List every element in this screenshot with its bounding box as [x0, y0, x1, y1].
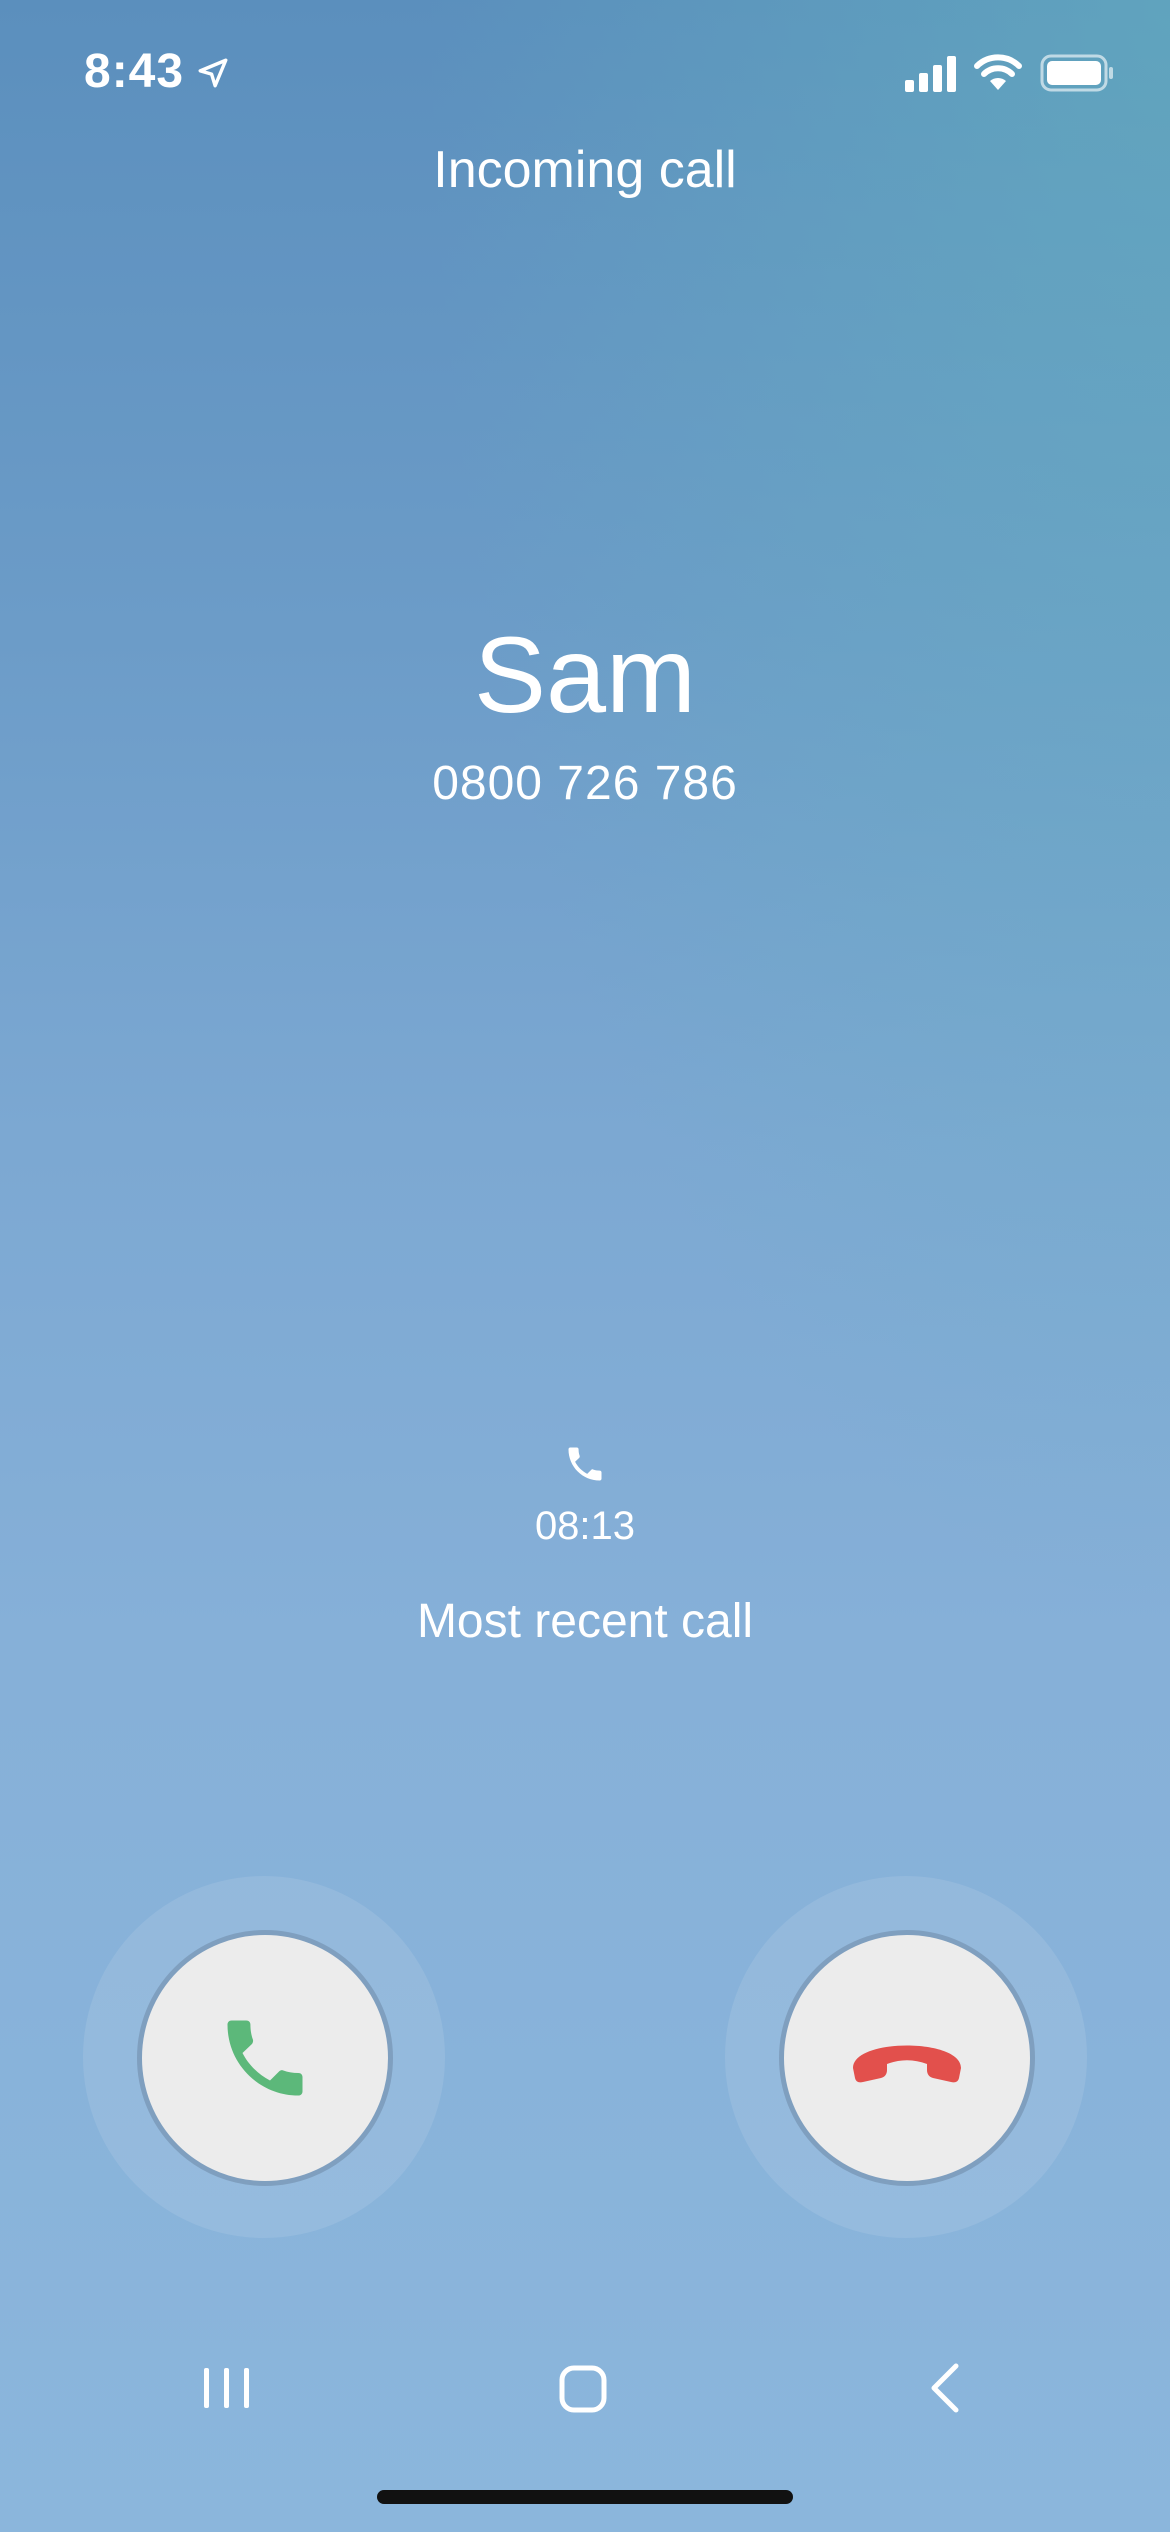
recent-apps-icon[interactable]: [200, 2364, 254, 2412]
battery-icon: [1040, 54, 1113, 92]
decline-button-halo: [725, 1876, 1087, 2238]
phone-answer-icon: [227, 2020, 303, 2096]
location-arrow-icon: [198, 58, 228, 88]
recent-call-time: 08:13: [534, 1504, 636, 1548]
answer-call-button[interactable]: [137, 1930, 393, 2186]
status-time: 8:43: [84, 45, 185, 98]
wifi-icon: [974, 54, 1022, 90]
recent-call-label: Most recent call: [416, 1595, 754, 1648]
caller-name: Sam: [473, 614, 697, 735]
caller-number: 0800 726 786: [432, 757, 738, 810]
phone-icon: [568, 1447, 602, 1481]
answer-button-halo: [83, 1876, 445, 2238]
decline-call-button[interactable]: [779, 1930, 1035, 2186]
phone-decline-icon: [853, 2045, 961, 2083]
status-bar: 8:43: [0, 0, 1170, 150]
call-status-label: Incoming call: [433, 141, 737, 199]
home-indicator[interactable]: [377, 2490, 793, 2504]
cellular-signal-icon: [905, 56, 956, 92]
home-icon[interactable]: [558, 2364, 608, 2414]
back-chevron-icon[interactable]: [924, 2362, 964, 2414]
